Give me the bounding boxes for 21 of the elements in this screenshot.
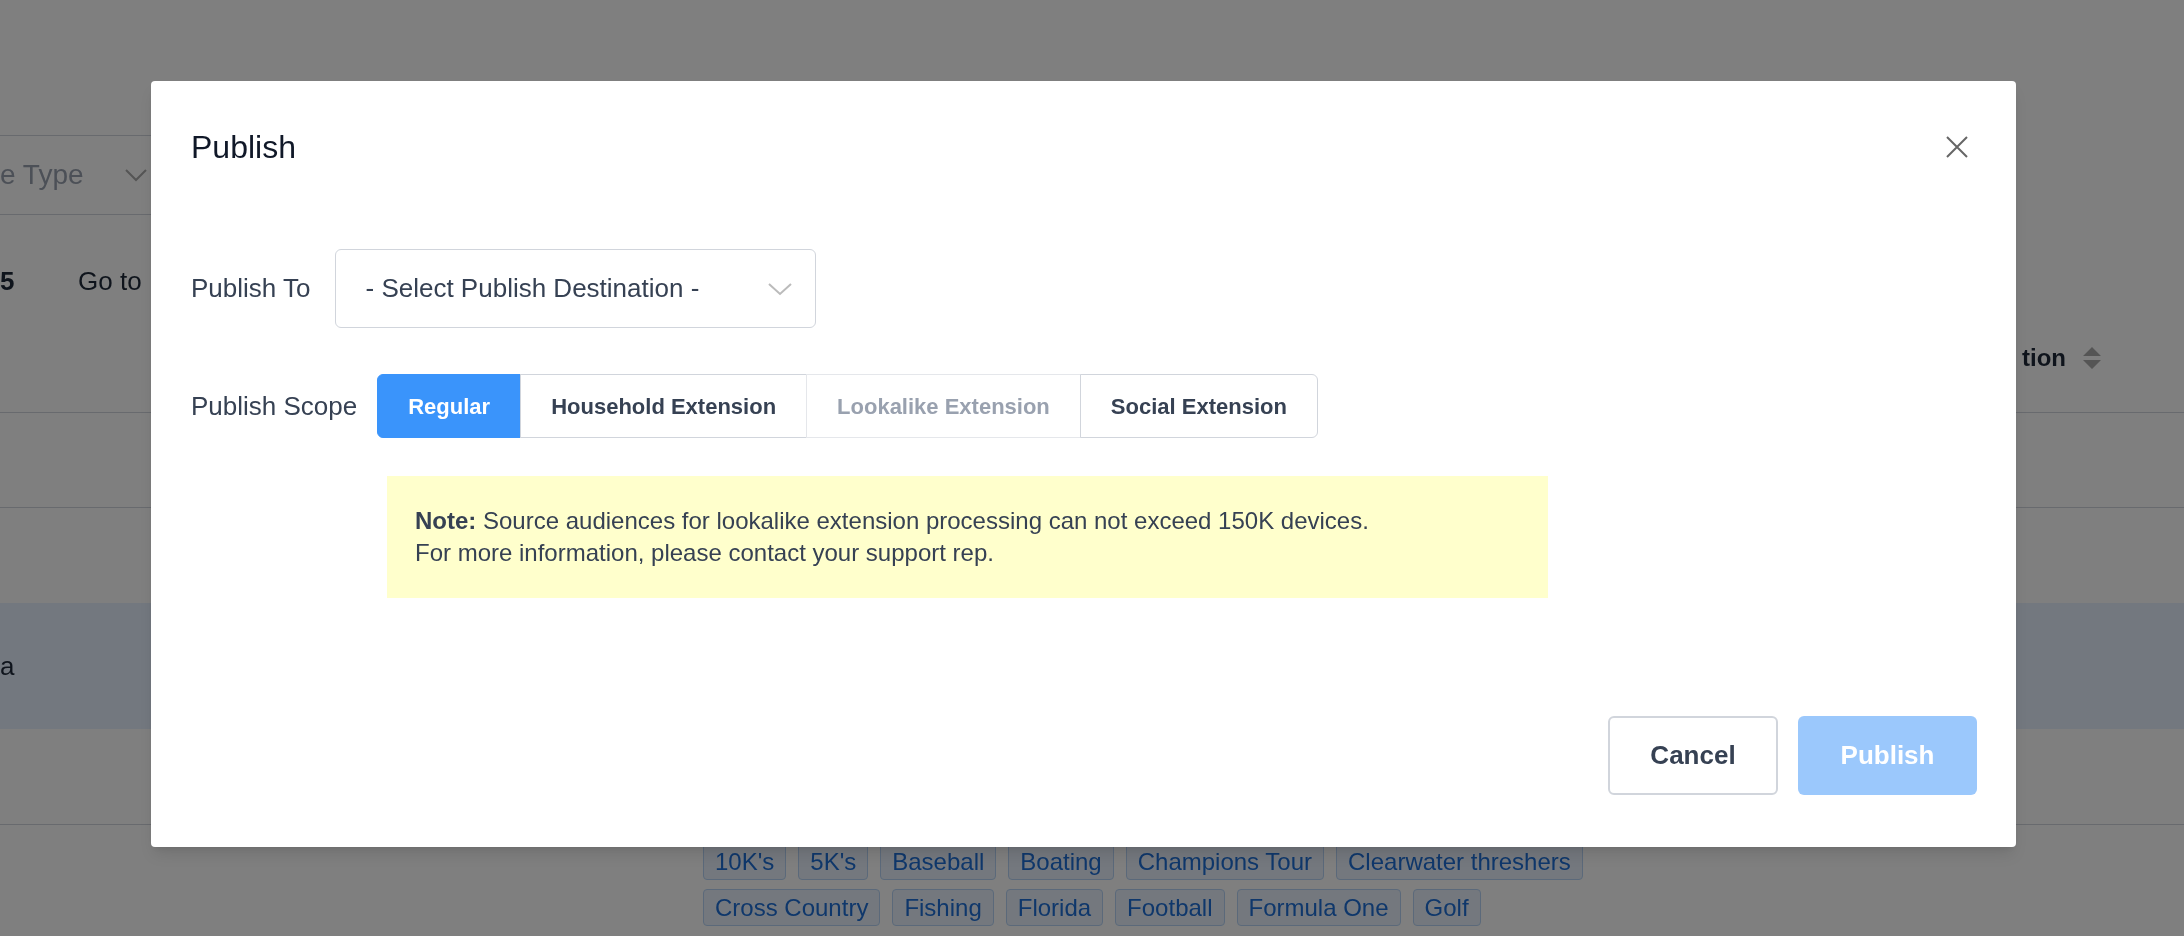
scope-option[interactable]: Household Extension (520, 374, 808, 438)
tag: Fishing (892, 889, 994, 926)
chevron-down-icon (766, 281, 793, 296)
tag: Football (1115, 889, 1225, 926)
goto-label: Go to (78, 265, 142, 298)
field-label: Publish To (191, 272, 311, 305)
page-count: 5 (0, 265, 15, 298)
chevron-down-icon (123, 168, 148, 182)
column-header: tion (2022, 343, 2066, 373)
note-text: Note: Source audiences for lookalike extension processing can not exceed 150K devices. For more information, please contact your support rep. (415, 506, 1370, 568)
close-icon (1946, 136, 1968, 158)
table-cell-text: a (0, 649, 15, 683)
field-label: Publish Scope (191, 389, 358, 423)
tag: Golf (1412, 889, 1481, 926)
tag: Cross Country (703, 889, 881, 926)
cancel-button[interactable]: Cancel (1608, 716, 1778, 795)
scope-option[interactable]: Social Extension (1079, 374, 1318, 438)
tag: Florida (1005, 889, 1104, 926)
tag: Formula One (1236, 889, 1401, 926)
destination-select[interactable]: - Select Publish Destination - (334, 249, 816, 328)
dialog-title: Publish (191, 128, 296, 167)
